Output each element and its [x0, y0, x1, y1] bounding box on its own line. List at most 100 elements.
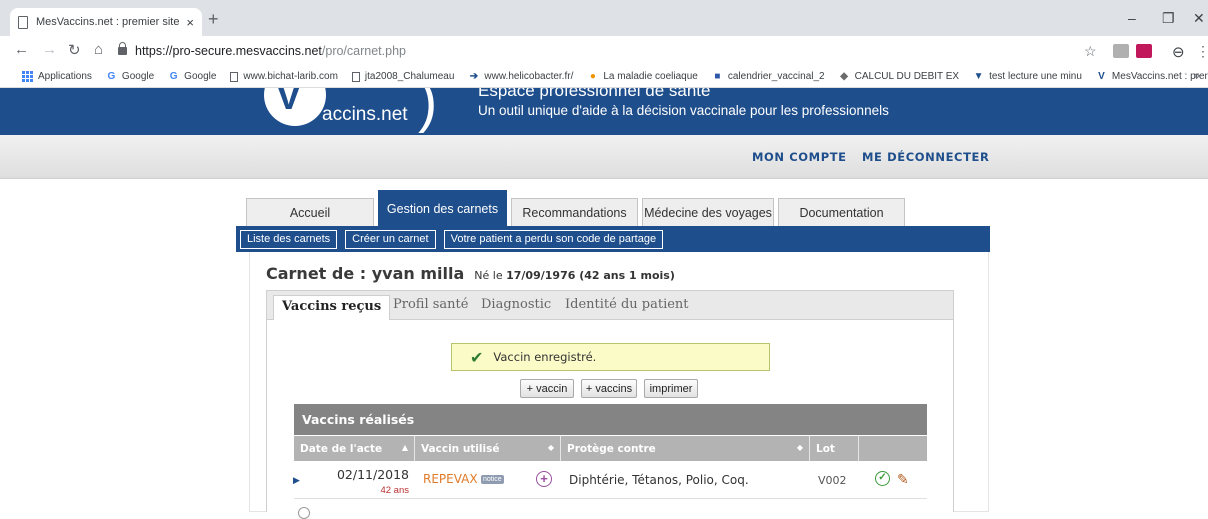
logo-letter: V	[276, 88, 302, 118]
row-protects: Diphtérie, Tétanos, Polio, Coq.	[569, 473, 749, 487]
bookmark-item[interactable]: ■ calendrier_vaccinal_2	[712, 71, 825, 82]
header-title: Espace professionnel de santé	[478, 88, 711, 100]
list-carnets-button[interactable]: Liste des carnets	[240, 229, 338, 249]
bookmark-item[interactable]: G Google	[168, 71, 217, 82]
new-tab-icon[interactable]: +	[208, 9, 219, 30]
bookmark-item[interactable]: ● La maladie coeliaque	[587, 71, 698, 82]
header-subtitle: Un outil unique d'aide à la décision vac…	[478, 103, 889, 118]
edit-pencil-icon[interactable]: ✎	[897, 471, 909, 488]
create-carnet-button[interactable]: Créer un carnet	[345, 229, 436, 249]
patient-birth: Né le 17/09/1976 (42 ans 1 mois)	[474, 269, 675, 282]
patient-subtabs: Vaccins reçus Profil santé Diagnostic Id…	[266, 290, 954, 320]
patient-header: Carnet de : yvan milla Né le 17/09/1976 …	[266, 264, 675, 283]
google-icon: G	[107, 71, 116, 82]
bookmark-star-icon[interactable]: ☆	[1084, 43, 1097, 60]
print-button[interactable]: imprimer	[644, 379, 698, 398]
add-vaccin-button[interactable]: + vaccin	[520, 379, 574, 398]
bookmark-item[interactable]: V MesVaccins.net : prer	[1096, 71, 1208, 82]
url-host: https://pro-secure.mesvaccins.net	[135, 44, 322, 58]
vaccine-link[interactable]: REPEVAX	[423, 472, 478, 486]
extension-icon[interactable]	[1113, 44, 1129, 58]
row-date: 02/11/2018	[336, 467, 409, 482]
tab-title: MesVaccins.net : premier site de	[36, 16, 181, 28]
bookmark-item[interactable]: jta2008_Chalumeau	[351, 71, 455, 82]
circle-icon: ●	[589, 71, 596, 82]
bookmark-item[interactable]: Applications	[22, 71, 92, 82]
subtab-identite[interactable]: Identité du patient	[565, 297, 689, 312]
column-label: Vaccin utilisé	[421, 442, 500, 455]
subtab-vaccins-recus[interactable]: Vaccins reçus	[273, 295, 391, 320]
cell-actions: ✓ ✎	[859, 461, 927, 499]
tab-documentation[interactable]: Documentation	[778, 198, 905, 226]
bookmark-item[interactable]: ➔ www.helicobacter.fr/	[468, 71, 574, 82]
bookmark-label: jta2008_Chalumeau	[364, 71, 455, 82]
sort-icon: ◆	[796, 443, 803, 452]
address-bar[interactable]: https://pro-secure.mesvaccins.net/pro/ca…	[118, 40, 1078, 62]
cell-protege: Diphtérie, Tétanos, Polio, Coq.	[561, 461, 810, 499]
bookmark-label: CALCUL DU DEBIT EX	[854, 71, 960, 82]
drop-icon: ◆	[840, 71, 848, 82]
bookmark-item[interactable]: ▼ test lecture une minu	[973, 71, 1082, 82]
table-row[interactable]: ▶ 02/11/2018 42 ans REPEVAX notice + Dip…	[293, 461, 927, 499]
tab-accueil[interactable]: Accueil	[246, 198, 374, 226]
v-icon: V	[1098, 71, 1105, 82]
cell-date: 02/11/2018 42 ans	[294, 461, 415, 499]
bookmark-item[interactable]: ◆ CALCUL DU DEBIT EX	[839, 71, 959, 82]
arrow-icon: ➔	[469, 71, 479, 82]
maximize-icon[interactable]: ❐	[1162, 10, 1175, 27]
tab-gestion-carnets[interactable]: Gestion des carnets	[378, 190, 507, 226]
lost-share-code-button[interactable]: Votre patient a perdu son code de partag…	[443, 229, 664, 249]
legend-partial	[298, 505, 598, 519]
bookmark-label: Google	[121, 71, 155, 82]
extension-icon[interactable]	[1136, 44, 1152, 58]
page-icon	[18, 15, 28, 29]
reload-icon[interactable]: ↻	[68, 41, 81, 59]
bookmark-item[interactable]: G Google	[106, 71, 155, 82]
home-icon[interactable]: ⌂	[94, 41, 103, 58]
row-lot: V002	[818, 474, 847, 487]
tab-recommandations[interactable]: Recommandations	[511, 198, 638, 226]
minimize-icon[interactable]: –	[1128, 10, 1136, 26]
column-label: Protège contre	[567, 442, 656, 455]
subtab-profil-sante[interactable]: Profil santé	[393, 297, 468, 312]
url-path: /pro/carnet.php	[321, 44, 406, 58]
page-icon	[230, 71, 239, 82]
account-bar: MON COMPTE ME DÉCONNECTER	[0, 135, 1208, 179]
validated-check-icon[interactable]: ✓	[875, 471, 890, 486]
add-icon[interactable]: +	[536, 471, 552, 487]
apps-icon	[22, 71, 33, 82]
col-actions	[859, 436, 927, 461]
table-title: Vaccins réalisés	[294, 404, 927, 435]
bookmark-item[interactable]: www.bichat-larib.com	[230, 71, 338, 82]
sort-icon: ◆	[547, 443, 554, 452]
success-message: ✔ Vaccin enregistré.	[451, 343, 770, 371]
heart-icon: ▼	[973, 71, 984, 82]
subtab-diagnostic[interactable]: Diagnostic	[481, 297, 551, 312]
my-account-link[interactable]: MON COMPTE	[752, 150, 847, 164]
col-vaccin[interactable]: Vaccin utilisé ◆	[415, 436, 561, 461]
tab-close-icon[interactable]: ×	[186, 15, 194, 30]
forward-icon[interactable]: →	[42, 41, 57, 58]
browser-tabstrip: MesVaccins.net : premier site de × + – ❐…	[0, 0, 1208, 36]
add-vaccins-button[interactable]: + vaccins	[581, 379, 637, 398]
back-icon[interactable]: ←	[14, 41, 29, 58]
bookmarks-bar: Applications G Google G Google www.bicha…	[0, 66, 1208, 88]
close-window-icon[interactable]: ✕	[1193, 10, 1205, 27]
bookmark-label: calendrier_vaccinal_2	[727, 71, 825, 82]
browser-tab[interactable]: MesVaccins.net : premier site de ×	[10, 8, 202, 36]
tab-medecine-voyages[interactable]: Médecine des voyages	[642, 198, 774, 226]
bookmark-label: La maladie coeliaque	[603, 71, 698, 82]
logo[interactable]: V	[264, 88, 326, 126]
bookmarks-overflow-icon[interactable]: »	[1194, 70, 1200, 82]
bookmark-label: www.bichat-larib.com	[243, 71, 338, 82]
notice-badge[interactable]: notice	[481, 475, 504, 484]
menu-icon[interactable]: ⋮	[1196, 43, 1208, 60]
col-lot[interactable]: Lot	[810, 436, 859, 461]
bookmark-label: test lecture une minu	[989, 71, 1082, 82]
col-protege[interactable]: Protège contre ◆	[561, 436, 810, 461]
profile-icon[interactable]: ⊖	[1172, 43, 1185, 61]
col-date[interactable]: Date de l'acte ▲	[294, 436, 415, 461]
legend-circle-icon	[298, 507, 310, 519]
logout-link[interactable]: ME DÉCONNECTER	[862, 150, 989, 164]
logo-text: accins.net	[322, 104, 408, 125]
